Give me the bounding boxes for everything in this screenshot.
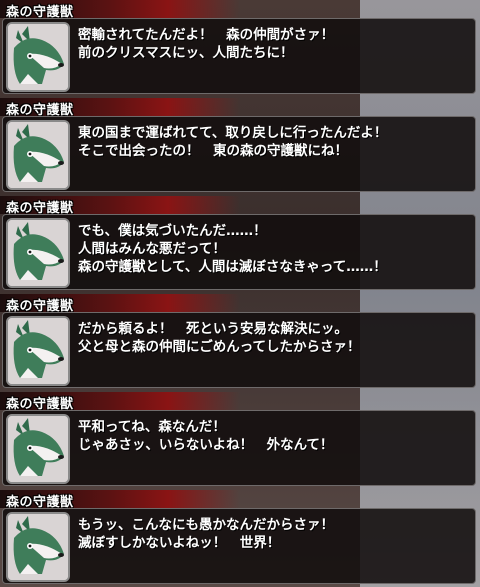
dialogue-line: もうッ、こんなにも愚かなんだからさァ！: [78, 517, 334, 533]
dialogue-text: 東の国まで運ばれてて、取り戻しに行ったんだよ！ そこで出会ったの！ 東の森の守護…: [78, 124, 468, 160]
forest-guardian-portrait: [6, 414, 70, 484]
speaker-name-bar: 森の守護獣: [0, 98, 240, 118]
dialogue-line: 滅ぼすしかないよねッ！ 世界！: [78, 535, 281, 551]
forest-guardian-portrait: [6, 22, 70, 92]
dialogue-line: 人間はみんな悪だって！: [78, 241, 226, 257]
dialogue-line: 東の国まで運ばれてて、取り戻しに行ったんだよ！: [78, 125, 388, 141]
dialogue-line: じゃあさッ、いらないよね！ 外なんて！: [78, 437, 334, 453]
dialogue-line: 密輸されてたんだよ！ 森の仲間がさァ！: [78, 27, 335, 43]
dialogue-line: そこで出会ったの！ 東の森の守護獣にね！: [78, 143, 348, 159]
speaker-name-bar: 森の守護獣: [0, 294, 240, 314]
dialogue-line: だから頼るよ！ 死という安易な解決にッ。: [78, 321, 348, 337]
dialogue-line: でも、僕は気づいたんだ……！: [78, 223, 267, 239]
dialogue-panel[interactable]: 森の守護獣 東の国まで運ばれてて、取り戻しに行ったんだよ！ そこで出会ったの！ …: [0, 98, 480, 195]
dialogue-text: だから頼るよ！ 死という安易な解決にッ。 父と母と森の仲間にごめんってしたからさ…: [78, 320, 468, 356]
speaker-name-bar: 森の守護獣: [0, 392, 240, 412]
speaker-name-bar: 森の守護獣: [0, 490, 240, 510]
dialogue-panel[interactable]: 森の守護獣 密輸されてたんだよ！ 森の仲間がさァ！ 前のクリスマスにッ、人間たち…: [0, 0, 480, 97]
forest-guardian-portrait: [6, 316, 70, 386]
speaker-name-bar: 森の守護獣: [0, 0, 240, 20]
dialogue-line: 前のクリスマスにッ、人間たちに！: [78, 45, 294, 61]
dialogue-text: 密輸されてたんだよ！ 森の仲間がさァ！ 前のクリスマスにッ、人間たちに！: [78, 26, 468, 62]
forest-guardian-portrait: [6, 512, 70, 582]
dialogue-panel[interactable]: 森の守護獣 もうッ、こんなにも愚かなんだからさァ！ 滅ぼすしかないよねッ！ 世界…: [0, 490, 480, 587]
dialogue-panel[interactable]: 森の守護獣 でも、僕は気づいたんだ……！ 人間はみんな悪だって！ 森の守護獣とし…: [0, 196, 480, 293]
dialogue-line: 平和ってね、森なんだ！: [78, 419, 226, 435]
dialogue-line: 父と母と森の仲間にごめんってしたからさァ！: [78, 339, 361, 355]
dialogue-line: 森の守護獣として、人間は滅ぼさなきゃって……！: [78, 259, 387, 275]
dialogue-text: でも、僕は気づいたんだ……！ 人間はみんな悪だって！ 森の守護獣として、人間は滅…: [78, 222, 468, 276]
dialogue-panel[interactable]: 森の守護獣 だから頼るよ！ 死という安易な解決にッ。 父と母と森の仲間にごめんっ…: [0, 294, 480, 391]
dialogue-text: もうッ、こんなにも愚かなんだからさァ！ 滅ぼすしかないよねッ！ 世界！: [78, 516, 468, 552]
dialogue-text: 平和ってね、森なんだ！ じゃあさッ、いらないよね！ 外なんて！: [78, 418, 468, 454]
speaker-name-bar: 森の守護獣: [0, 196, 240, 216]
forest-guardian-portrait: [6, 120, 70, 190]
dialogue-panel[interactable]: 森の守護獣 平和ってね、森なんだ！ じゃあさッ、いらないよね！ 外なんて！: [0, 392, 480, 489]
forest-guardian-portrait: [6, 218, 70, 288]
